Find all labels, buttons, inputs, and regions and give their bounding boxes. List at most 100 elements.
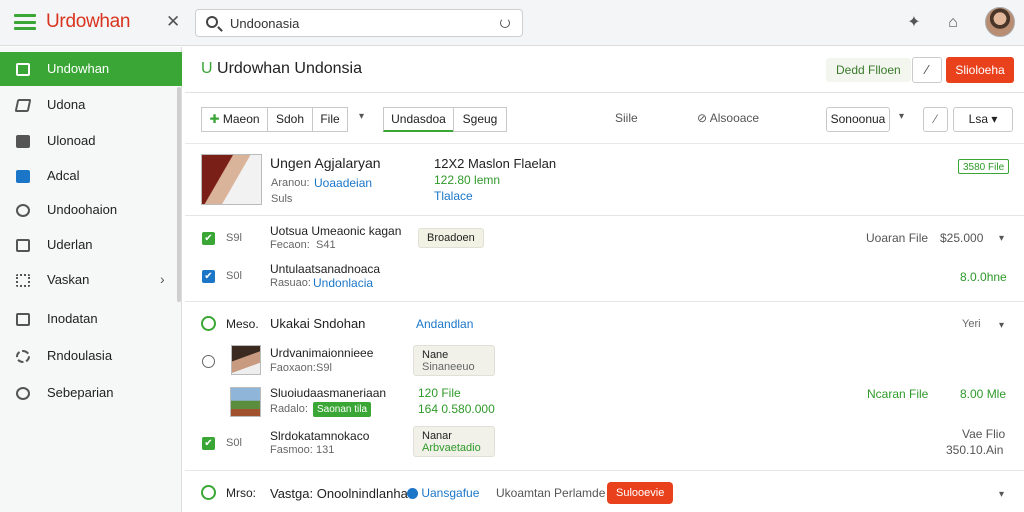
sidebar-item-label: Undoohaion xyxy=(47,202,118,217)
row-sub-label: Fasmoo: xyxy=(270,444,313,456)
sidebar-item-sebeparian[interactable]: Sebeparian xyxy=(0,376,182,410)
home-icon[interactable]: ⌂ xyxy=(943,13,963,33)
sidebar-item-rndoulasia[interactable]: Rndoulasia xyxy=(0,339,182,373)
contact-name: Ungen Agjalaryan xyxy=(270,155,381,171)
list-icon xyxy=(16,274,30,287)
row-value: 350.10.Ain xyxy=(946,443,1004,457)
divider xyxy=(185,470,1024,471)
group-link[interactable]: Uansgafue xyxy=(407,486,479,500)
search-input[interactable]: Undoonasia xyxy=(230,16,299,31)
sidebar-item-label: Udona xyxy=(47,97,86,112)
tab-sgeug[interactable]: Sgeug xyxy=(453,107,507,132)
tab-undasdoa[interactable]: Undasdoa xyxy=(383,107,454,132)
grid-icon xyxy=(16,63,30,76)
sidebar-item-undoohaion[interactable]: Undoohaion xyxy=(0,193,182,227)
row-label: Ncaran File xyxy=(867,387,929,401)
edit-button[interactable]: ⁄ xyxy=(912,57,942,83)
view-select-label: Lsa xyxy=(968,112,988,126)
segment-label: Maeon xyxy=(222,112,260,126)
info-tag: Nane Sinaneeuo xyxy=(413,345,495,376)
menu-icon[interactable] xyxy=(14,14,36,30)
row-checkbox[interactable]: ✔ xyxy=(202,437,215,450)
chevron-down-icon[interactable]: ▾ xyxy=(999,233,1004,244)
square-icon xyxy=(16,239,30,252)
row-sub-link[interactable]: Undonlacia xyxy=(313,276,373,290)
edit-icon xyxy=(14,99,32,112)
sidebar-item-label: Ulonoad xyxy=(47,133,96,148)
row-checkbox[interactable]: ✔ xyxy=(202,270,215,283)
chevron-down-icon[interactable]: ▾ xyxy=(899,111,904,122)
group-prefix: Mrso: xyxy=(226,486,256,500)
settings-icon xyxy=(16,387,30,400)
view-select[interactable]: Lsa ▾ xyxy=(953,107,1013,132)
group-link-label: Uansgafue xyxy=(421,486,480,500)
close-icon[interactable]: ✕ xyxy=(166,12,180,32)
chevron-down-icon[interactable]: ▾ xyxy=(999,320,1004,331)
chevron-right-icon[interactable]: › xyxy=(160,271,165,287)
contact-sub-link[interactable]: Uoaadeian xyxy=(314,176,372,190)
info-tag: Nanar Arbvaetadio xyxy=(413,426,495,457)
edit-button[interactable]: ⁄ xyxy=(923,107,948,132)
link-icon xyxy=(407,488,418,500)
status-pill: Saonan tila xyxy=(313,402,372,417)
chevron-down-icon[interactable]: ▾ xyxy=(359,111,364,122)
status-ring[interactable] xyxy=(201,485,216,500)
location-icon xyxy=(16,204,30,217)
avatar[interactable] xyxy=(985,7,1015,37)
filter-alsooace[interactable]: ⊘ Alsooace xyxy=(697,111,759,125)
status-tag: Broadoen xyxy=(418,228,484,248)
sidebar-scrollbar[interactable] xyxy=(177,87,181,302)
row-sub-value: 131 xyxy=(316,444,335,456)
chart-icon xyxy=(16,135,30,148)
divider xyxy=(185,215,1024,216)
group-link[interactable]: Andandlan xyxy=(416,317,473,331)
row-sub-label: Radalo: xyxy=(270,403,308,415)
segment-file[interactable]: File xyxy=(312,107,348,132)
row-sub-label: Fecaon: xyxy=(270,239,310,251)
tag-sub: Sinaneeuo xyxy=(422,361,475,373)
toolbar: ✚ Maeon Sdoh File ▾ Undasdoa Sgeug Siile… xyxy=(185,94,1024,144)
row-link[interactable]: Tlalace xyxy=(434,189,473,203)
sidebar-item-udona[interactable]: Udona xyxy=(0,88,182,122)
refresh-icon[interactable] xyxy=(500,18,510,28)
row-label: Vae Flio xyxy=(962,427,1006,441)
group-title: Vastga: Onoolnindlanha xyxy=(270,486,408,501)
contact-sub-label: Aranou: xyxy=(271,177,310,189)
group-prefix: Meso. xyxy=(226,317,259,331)
secondary-button[interactable]: Dedd Flloen xyxy=(826,58,911,82)
row-title: Uotsua Umeaonic kagan xyxy=(270,224,402,238)
action-button[interactable]: Sulooevie xyxy=(607,482,674,504)
row-checkbox[interactable]: ✔ xyxy=(202,232,215,245)
status-ring[interactable] xyxy=(201,316,216,331)
status-badge: 3580 File xyxy=(958,159,1010,174)
row-value: $25.000 xyxy=(940,231,984,245)
row-id: S9l xyxy=(226,232,242,244)
sort-select[interactable]: Sonoonua xyxy=(826,107,890,132)
sidebar-item-uderlan[interactable]: Uderlan xyxy=(0,228,182,262)
group-right-label: Yeri xyxy=(962,318,981,330)
primary-action-button[interactable]: Slioloeha xyxy=(946,57,1014,83)
sidebar-item-vaskan[interactable]: Vaskan › xyxy=(0,263,182,297)
document-icon xyxy=(16,313,30,326)
divider xyxy=(185,301,1024,302)
sidebar-item-adcal[interactable]: Adcal xyxy=(0,159,182,193)
group-title: Ukakai Sndohan xyxy=(270,316,366,331)
page-header: U Urdowhan Undonsia Dedd Flloen ⁄ Sliolo… xyxy=(185,47,1024,93)
row-amount: 122.80 lemn xyxy=(434,173,501,187)
row-sub-label: Rasuao: xyxy=(270,277,311,289)
group-text: Ukoamtan Perlamde xyxy=(496,486,606,500)
segment-sdoh[interactable]: Sdoh xyxy=(267,107,313,132)
segment-maeon[interactable]: ✚ Maeon xyxy=(201,107,268,132)
sidebar-item-label: Inodatan xyxy=(47,311,98,326)
row-title: 12X2 Maslon Flaelan xyxy=(434,156,557,171)
puzzle-icon[interactable]: ✦ xyxy=(904,13,924,33)
sidebar-item-undowhan[interactable]: Undowhan xyxy=(0,52,182,86)
row-amount-secondary: 164 0.580.000 xyxy=(418,402,495,416)
sidebar-item-inodatan[interactable]: Inodatan xyxy=(0,302,182,336)
search-bar[interactable]: Undoonasia xyxy=(195,9,523,37)
filter-siile[interactable]: Siile xyxy=(615,111,638,125)
row-id: S0l xyxy=(226,437,242,449)
chevron-down-icon[interactable]: ▾ xyxy=(999,489,1004,500)
radio-button[interactable] xyxy=(202,355,215,368)
sidebar-item-ulonoad[interactable]: Ulonoad xyxy=(0,124,182,158)
